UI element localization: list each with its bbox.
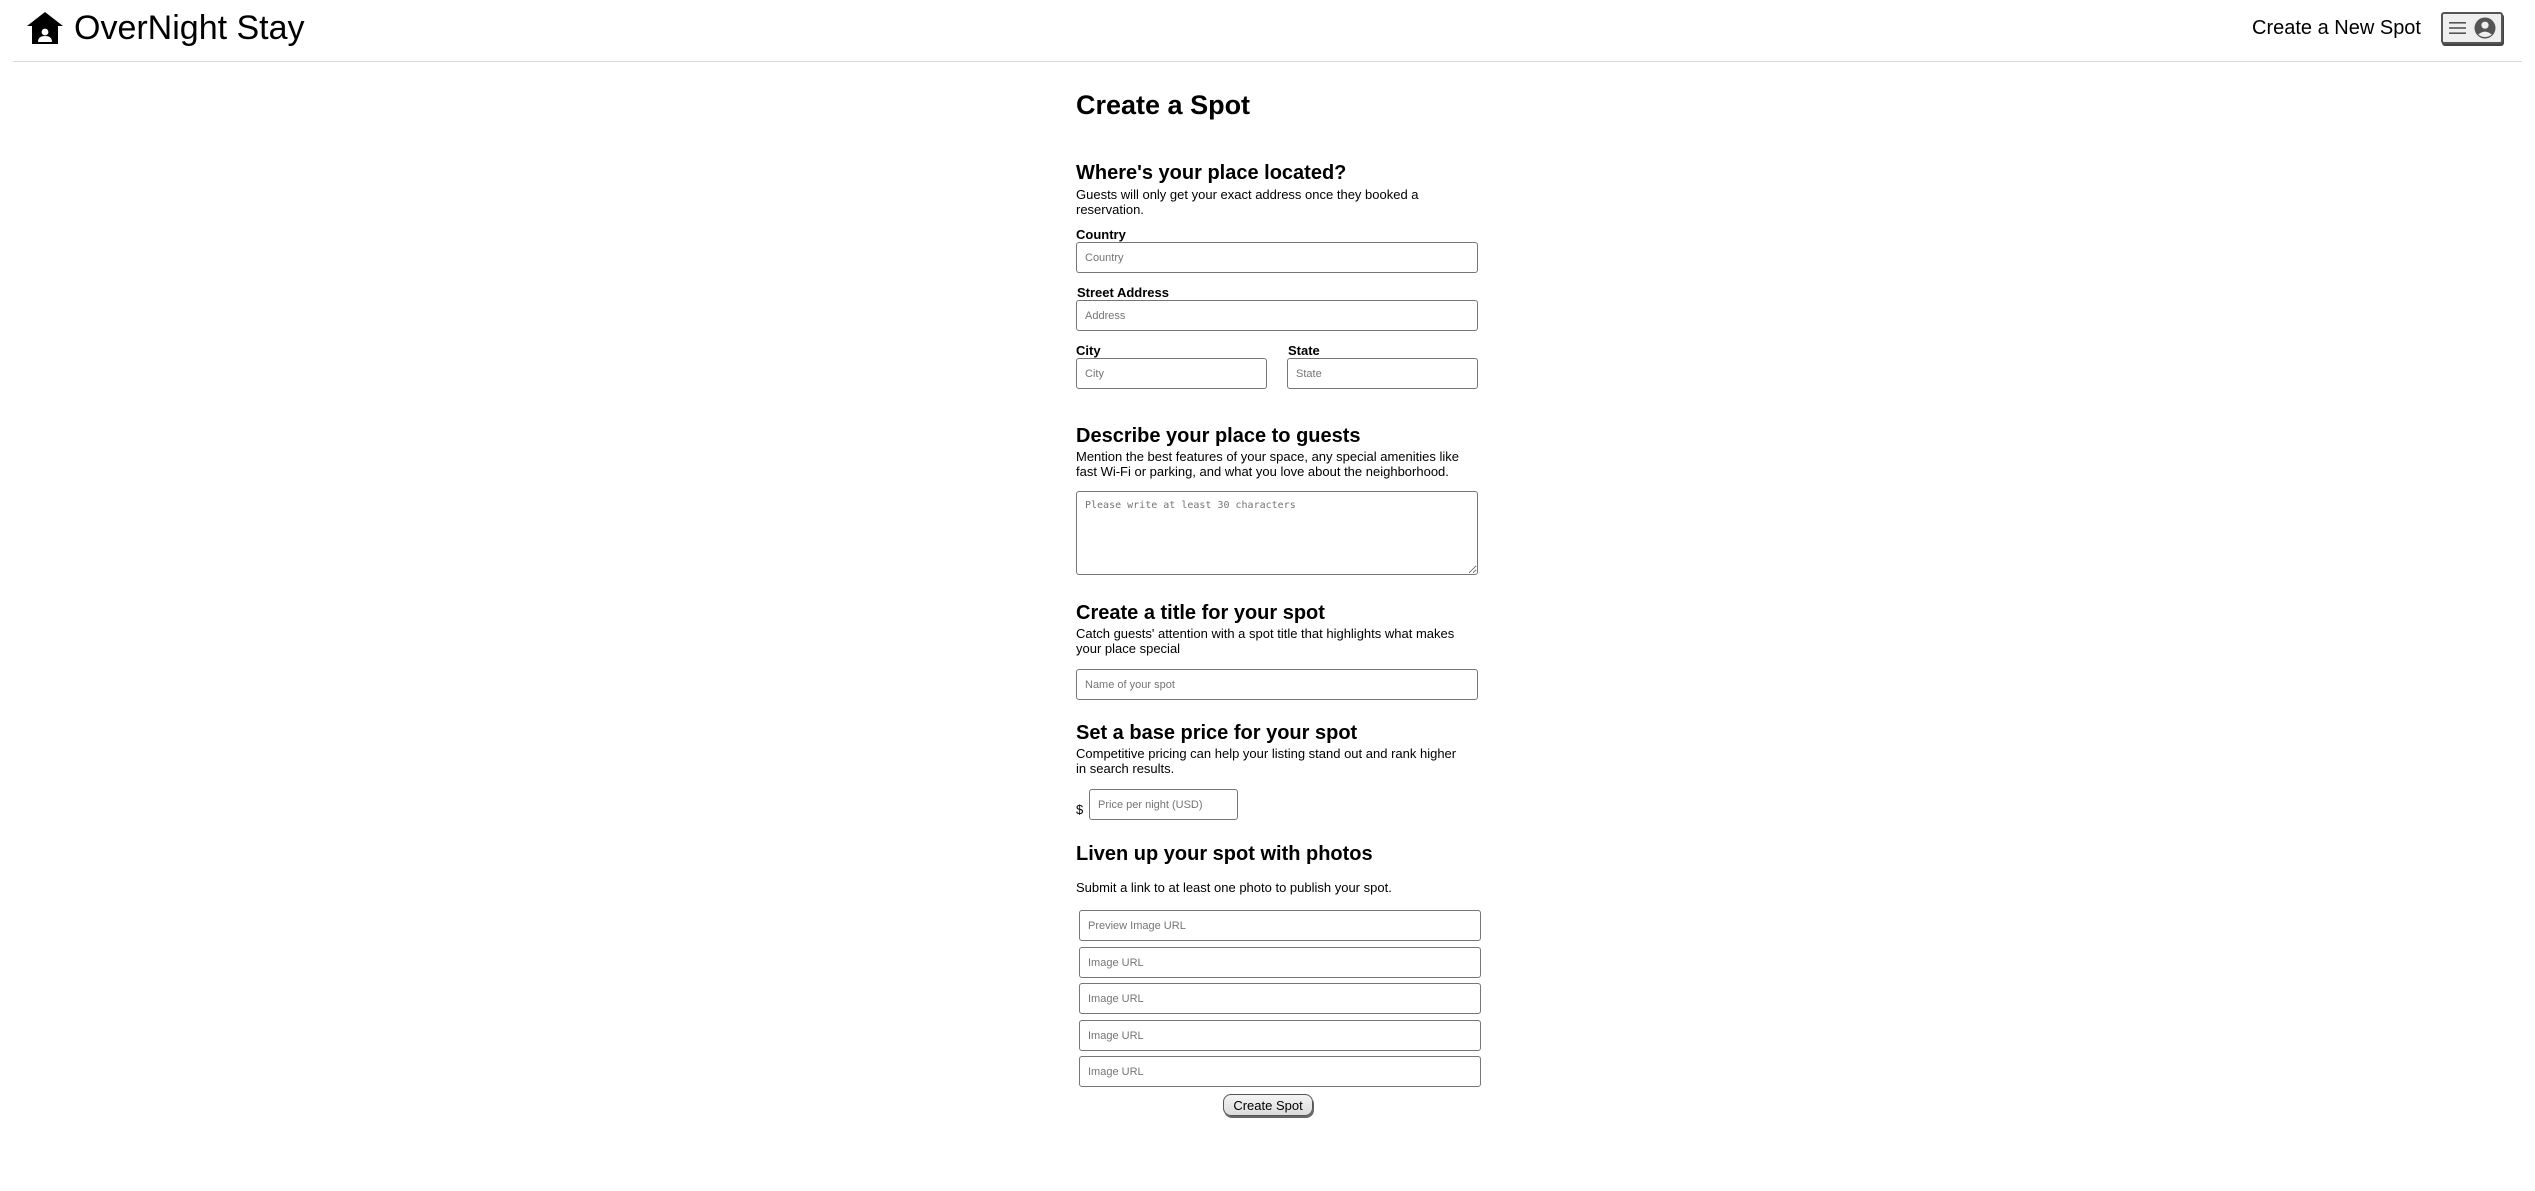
profile-menu-button[interactable] — [2441, 12, 2503, 44]
price-input[interactable] — [1089, 789, 1238, 820]
price-description: Competitive pricing can help your listin… — [1076, 746, 1457, 776]
hamburger-icon — [2448, 22, 2466, 34]
street-address-input[interactable] — [1076, 300, 1478, 331]
image-url-input[interactable] — [1079, 1056, 1481, 1087]
image-url-input[interactable] — [1079, 1020, 1481, 1051]
describe-heading: Describe your place to guests — [1076, 425, 1361, 447]
page-title: Create a Spot — [1076, 90, 1251, 120]
user-circle-icon — [2474, 17, 2495, 39]
nav-right: Create a New Spot — [2252, 12, 2503, 44]
spot-title-description: Catch guests' attention with a spot titl… — [1076, 626, 1455, 656]
spot-name-input[interactable] — [1076, 669, 1478, 700]
street-address-label: Street Address — [1077, 285, 1169, 300]
city-label: City — [1076, 343, 1101, 358]
house-icon — [27, 12, 63, 44]
location-heading: Where's your place located? — [1076, 162, 1347, 184]
country-label: Country — [1076, 227, 1126, 242]
home-logo-link[interactable]: OverNight Stay — [26, 10, 305, 46]
top-nav-bar: OverNight Stay Create a New Spot — [13, 0, 2522, 62]
image-url-input[interactable] — [1079, 947, 1481, 978]
create-spot-button[interactable]: Create Spot — [1223, 1094, 1313, 1116]
description-textarea[interactable] — [1076, 491, 1478, 575]
state-input[interactable] — [1287, 358, 1478, 389]
currency-symbol: $ — [1076, 802, 1084, 817]
city-input[interactable] — [1076, 358, 1267, 389]
app-name: OverNight Stay — [74, 9, 305, 47]
spot-title-heading: Create a title for your spot — [1076, 602, 1325, 624]
location-description: Guests will only get your exact address … — [1076, 187, 1419, 217]
price-heading: Set a base price for your spot — [1076, 722, 1358, 744]
country-input[interactable] — [1076, 242, 1478, 273]
preview-image-url-input[interactable] — [1079, 910, 1481, 941]
photos-heading: Liven up your spot with photos — [1076, 843, 1373, 865]
describe-description: Mention the best features of your space,… — [1076, 449, 1459, 479]
create-new-spot-link[interactable]: Create a New Spot — [2252, 17, 2421, 40]
photos-description: Submit a link to at least one photo to p… — [1076, 880, 1392, 895]
state-label: State — [1288, 343, 1320, 358]
image-url-input[interactable] — [1079, 983, 1481, 1014]
